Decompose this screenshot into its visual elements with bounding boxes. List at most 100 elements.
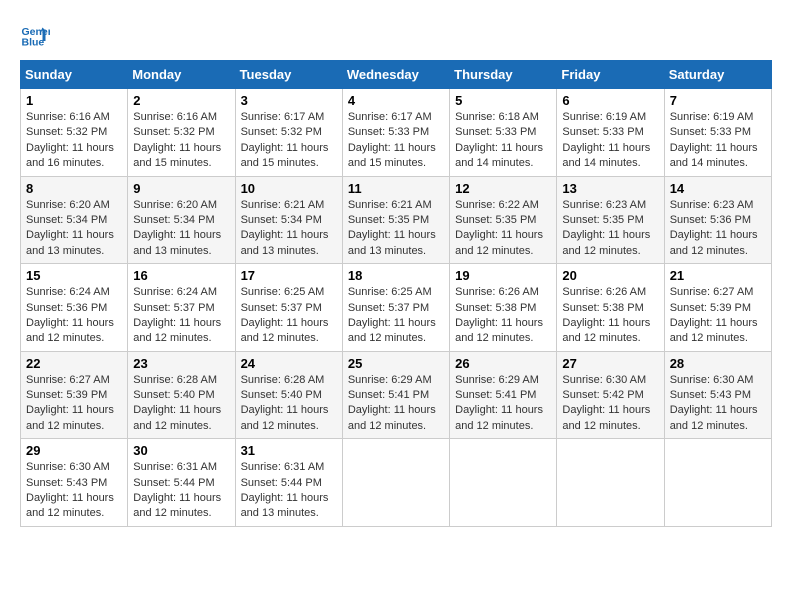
sunrise-label: Sunrise: 6:30 AM	[26, 461, 110, 473]
calendar-cell: 31 Sunrise: 6:31 AM Sunset: 5:44 PM Dayl…	[235, 439, 342, 527]
sunrise-label: Sunrise: 6:26 AM	[562, 286, 646, 298]
sunset-label: Sunset: 5:37 PM	[133, 302, 214, 314]
sunset-label: Sunset: 5:41 PM	[455, 389, 536, 401]
day-number: 12	[455, 181, 551, 196]
day-number: 23	[133, 356, 229, 371]
sunset-label: Sunset: 5:33 PM	[670, 126, 751, 138]
sunset-label: Sunset: 5:40 PM	[133, 389, 214, 401]
sunset-label: Sunset: 5:40 PM	[241, 389, 322, 401]
day-number: 25	[348, 356, 444, 371]
daylight-label: Daylight: 11 hours and 12 minutes.	[133, 492, 221, 519]
calendar-cell: 27 Sunrise: 6:30 AM Sunset: 5:42 PM Dayl…	[557, 351, 664, 439]
day-number: 19	[455, 268, 551, 283]
calendar-cell: 5 Sunrise: 6:18 AM Sunset: 5:33 PM Dayli…	[450, 89, 557, 177]
day-info: Sunrise: 6:18 AM Sunset: 5:33 PM Dayligh…	[455, 110, 551, 172]
sunset-label: Sunset: 5:34 PM	[26, 214, 107, 226]
day-header-thursday: Thursday	[450, 61, 557, 89]
day-info: Sunrise: 6:19 AM Sunset: 5:33 PM Dayligh…	[670, 110, 766, 172]
sunset-label: Sunset: 5:38 PM	[562, 302, 643, 314]
daylight-label: Daylight: 11 hours and 13 minutes.	[26, 229, 114, 256]
sunset-label: Sunset: 5:37 PM	[241, 302, 322, 314]
calendar-cell: 20 Sunrise: 6:26 AM Sunset: 5:38 PM Dayl…	[557, 264, 664, 352]
daylight-label: Daylight: 11 hours and 13 minutes.	[348, 229, 436, 256]
calendar-cell: 6 Sunrise: 6:19 AM Sunset: 5:33 PM Dayli…	[557, 89, 664, 177]
sunset-label: Sunset: 5:44 PM	[241, 477, 322, 489]
day-number: 7	[670, 93, 766, 108]
day-info: Sunrise: 6:21 AM Sunset: 5:35 PM Dayligh…	[348, 198, 444, 260]
calendar-cell: 1 Sunrise: 6:16 AM Sunset: 5:32 PM Dayli…	[21, 89, 128, 177]
calendar-cell: 28 Sunrise: 6:30 AM Sunset: 5:43 PM Dayl…	[664, 351, 771, 439]
calendar-cell	[664, 439, 771, 527]
day-number: 26	[455, 356, 551, 371]
daylight-label: Daylight: 11 hours and 15 minutes.	[241, 142, 329, 169]
daylight-label: Daylight: 11 hours and 12 minutes.	[670, 317, 758, 344]
day-info: Sunrise: 6:31 AM Sunset: 5:44 PM Dayligh…	[133, 460, 229, 522]
daylight-label: Daylight: 11 hours and 12 minutes.	[26, 317, 114, 344]
daylight-label: Daylight: 11 hours and 12 minutes.	[133, 317, 221, 344]
daylight-label: Daylight: 11 hours and 12 minutes.	[455, 317, 543, 344]
sunset-label: Sunset: 5:35 PM	[348, 214, 429, 226]
sunset-label: Sunset: 5:32 PM	[26, 126, 107, 138]
page-header: General Blue	[20, 20, 772, 50]
day-info: Sunrise: 6:31 AM Sunset: 5:44 PM Dayligh…	[241, 460, 337, 522]
calendar-cell: 25 Sunrise: 6:29 AM Sunset: 5:41 PM Dayl…	[342, 351, 449, 439]
sunset-label: Sunset: 5:44 PM	[133, 477, 214, 489]
sunrise-label: Sunrise: 6:26 AM	[455, 286, 539, 298]
calendar-table: SundayMondayTuesdayWednesdayThursdayFrid…	[20, 60, 772, 527]
day-info: Sunrise: 6:25 AM Sunset: 5:37 PM Dayligh…	[241, 285, 337, 347]
day-info: Sunrise: 6:27 AM Sunset: 5:39 PM Dayligh…	[670, 285, 766, 347]
day-number: 8	[26, 181, 122, 196]
sunset-label: Sunset: 5:34 PM	[241, 214, 322, 226]
day-info: Sunrise: 6:25 AM Sunset: 5:37 PM Dayligh…	[348, 285, 444, 347]
daylight-label: Daylight: 11 hours and 13 minutes.	[241, 229, 329, 256]
calendar-cell	[557, 439, 664, 527]
sunset-label: Sunset: 5:32 PM	[241, 126, 322, 138]
day-number: 6	[562, 93, 658, 108]
sunrise-label: Sunrise: 6:17 AM	[348, 111, 432, 123]
daylight-label: Daylight: 11 hours and 12 minutes.	[455, 229, 543, 256]
calendar-cell: 22 Sunrise: 6:27 AM Sunset: 5:39 PM Dayl…	[21, 351, 128, 439]
week-row-4: 22 Sunrise: 6:27 AM Sunset: 5:39 PM Dayl…	[21, 351, 772, 439]
sunrise-label: Sunrise: 6:20 AM	[26, 199, 110, 211]
day-info: Sunrise: 6:20 AM Sunset: 5:34 PM Dayligh…	[26, 198, 122, 260]
day-number: 24	[241, 356, 337, 371]
day-info: Sunrise: 6:21 AM Sunset: 5:34 PM Dayligh…	[241, 198, 337, 260]
sunrise-label: Sunrise: 6:22 AM	[455, 199, 539, 211]
calendar-cell: 8 Sunrise: 6:20 AM Sunset: 5:34 PM Dayli…	[21, 176, 128, 264]
sunrise-label: Sunrise: 6:30 AM	[670, 374, 754, 386]
day-info: Sunrise: 6:26 AM Sunset: 5:38 PM Dayligh…	[455, 285, 551, 347]
sunrise-label: Sunrise: 6:25 AM	[241, 286, 325, 298]
sunrise-label: Sunrise: 6:31 AM	[241, 461, 325, 473]
daylight-label: Daylight: 11 hours and 12 minutes.	[26, 404, 114, 431]
calendar-cell: 13 Sunrise: 6:23 AM Sunset: 5:35 PM Dayl…	[557, 176, 664, 264]
calendar-cell	[342, 439, 449, 527]
daylight-label: Daylight: 11 hours and 13 minutes.	[241, 492, 329, 519]
daylight-label: Daylight: 11 hours and 12 minutes.	[133, 404, 221, 431]
day-info: Sunrise: 6:28 AM Sunset: 5:40 PM Dayligh…	[241, 373, 337, 435]
day-number: 18	[348, 268, 444, 283]
day-info: Sunrise: 6:30 AM Sunset: 5:42 PM Dayligh…	[562, 373, 658, 435]
calendar-cell: 21 Sunrise: 6:27 AM Sunset: 5:39 PM Dayl…	[664, 264, 771, 352]
daylight-label: Daylight: 11 hours and 12 minutes.	[348, 317, 436, 344]
day-number: 1	[26, 93, 122, 108]
day-number: 9	[133, 181, 229, 196]
sunrise-label: Sunrise: 6:29 AM	[455, 374, 539, 386]
calendar-cell: 11 Sunrise: 6:21 AM Sunset: 5:35 PM Dayl…	[342, 176, 449, 264]
calendar-cell: 24 Sunrise: 6:28 AM Sunset: 5:40 PM Dayl…	[235, 351, 342, 439]
day-info: Sunrise: 6:20 AM Sunset: 5:34 PM Dayligh…	[133, 198, 229, 260]
sunrise-label: Sunrise: 6:21 AM	[241, 199, 325, 211]
sunrise-label: Sunrise: 6:16 AM	[133, 111, 217, 123]
sunrise-label: Sunrise: 6:23 AM	[670, 199, 754, 211]
daylight-label: Daylight: 11 hours and 15 minutes.	[348, 142, 436, 169]
sunrise-label: Sunrise: 6:21 AM	[348, 199, 432, 211]
day-info: Sunrise: 6:24 AM Sunset: 5:36 PM Dayligh…	[26, 285, 122, 347]
daylight-label: Daylight: 11 hours and 12 minutes.	[241, 404, 329, 431]
day-number: 17	[241, 268, 337, 283]
sunrise-label: Sunrise: 6:28 AM	[241, 374, 325, 386]
daylight-label: Daylight: 11 hours and 12 minutes.	[562, 404, 650, 431]
daylight-label: Daylight: 11 hours and 14 minutes.	[455, 142, 543, 169]
calendar-cell: 29 Sunrise: 6:30 AM Sunset: 5:43 PM Dayl…	[21, 439, 128, 527]
calendar-cell: 19 Sunrise: 6:26 AM Sunset: 5:38 PM Dayl…	[450, 264, 557, 352]
day-info: Sunrise: 6:29 AM Sunset: 5:41 PM Dayligh…	[348, 373, 444, 435]
sunrise-label: Sunrise: 6:19 AM	[562, 111, 646, 123]
